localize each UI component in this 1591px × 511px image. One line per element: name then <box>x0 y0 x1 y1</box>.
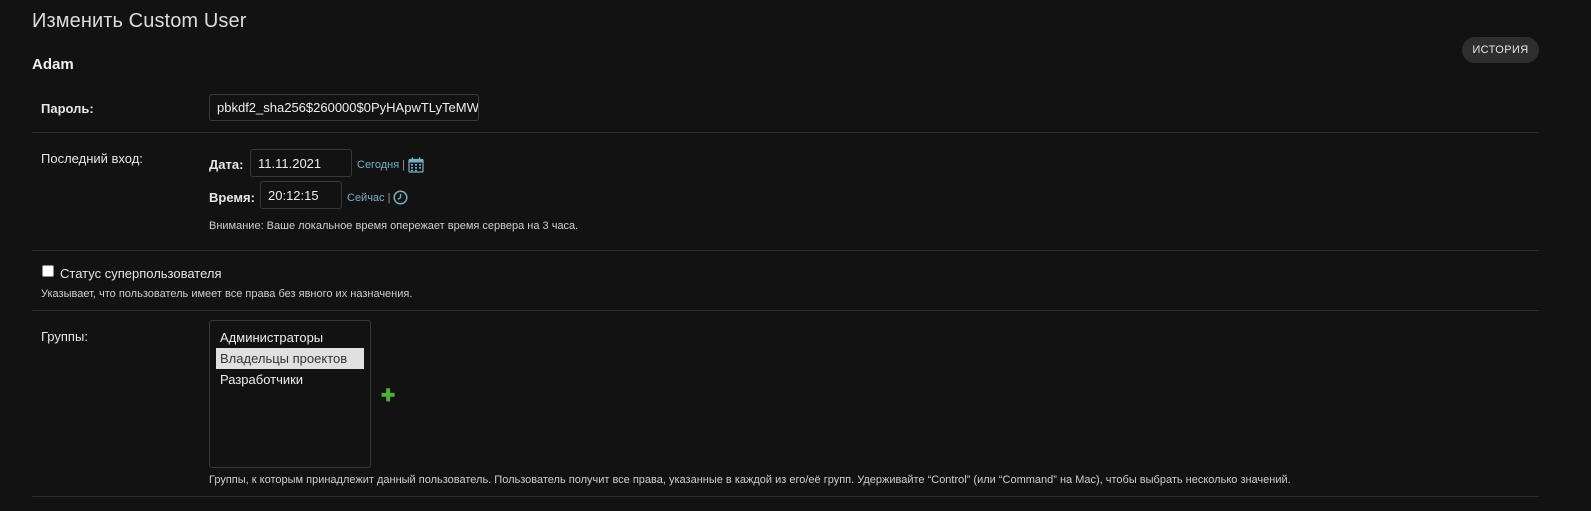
today-link[interactable]: Сегодня <box>357 159 399 171</box>
group-option[interactable]: Администраторы <box>216 327 364 348</box>
add-group-icon[interactable]: ✚ <box>381 387 395 404</box>
calendar-icon[interactable] <box>408 157 424 173</box>
history-button[interactable]: ИСТОРИЯ <box>1462 37 1539 63</box>
groups-label: Группы: <box>41 329 88 344</box>
password-field[interactable]: pbkdf2_sha256$260000$0PyHApwTLyTeMW <box>209 94 479 121</box>
separator: | <box>402 159 406 171</box>
last-login-label: Последний вход: <box>41 151 143 166</box>
clock-icon[interactable] <box>393 190 408 205</box>
date-shortcuts: Сегодня | <box>357 157 424 173</box>
time-input[interactable]: 20:12:15 <box>260 181 342 209</box>
time-label: Время: <box>209 190 255 205</box>
groups-help: Группы, к которым принадлежит данный пол… <box>209 474 1291 486</box>
superuser-label[interactable]: Статус суперпользователя <box>60 266 222 281</box>
change-user-page: Изменить Custom User ИСТОРИЯ Adam Пароль… <box>0 0 1591 511</box>
superuser-help: Указывает, что пользователь имеет все пр… <box>41 288 413 300</box>
superuser-checkbox[interactable] <box>42 265 54 277</box>
time-shortcuts: Сейчас | <box>347 190 408 205</box>
group-option[interactable]: Владельцы проектов <box>216 348 364 369</box>
row-divider <box>32 132 1539 133</box>
row-divider <box>32 496 1539 497</box>
date-label: Дата: <box>209 157 244 172</box>
row-divider <box>32 310 1539 311</box>
separator: | <box>387 191 391 204</box>
groups-select[interactable]: Администраторы Владельцы проектов Разраб… <box>209 320 371 468</box>
timezone-warning: Внимание: Ваше локальное время опережает… <box>209 220 579 232</box>
date-input[interactable]: 11.11.2021 <box>250 149 352 177</box>
now-link[interactable]: Сейчас <box>347 192 385 204</box>
page-title: Изменить Custom User <box>32 10 247 32</box>
row-divider <box>32 250 1539 251</box>
object-name: Adam <box>32 56 74 73</box>
password-label: Пароль: <box>41 101 94 116</box>
group-option[interactable]: Разработчики <box>216 369 364 390</box>
